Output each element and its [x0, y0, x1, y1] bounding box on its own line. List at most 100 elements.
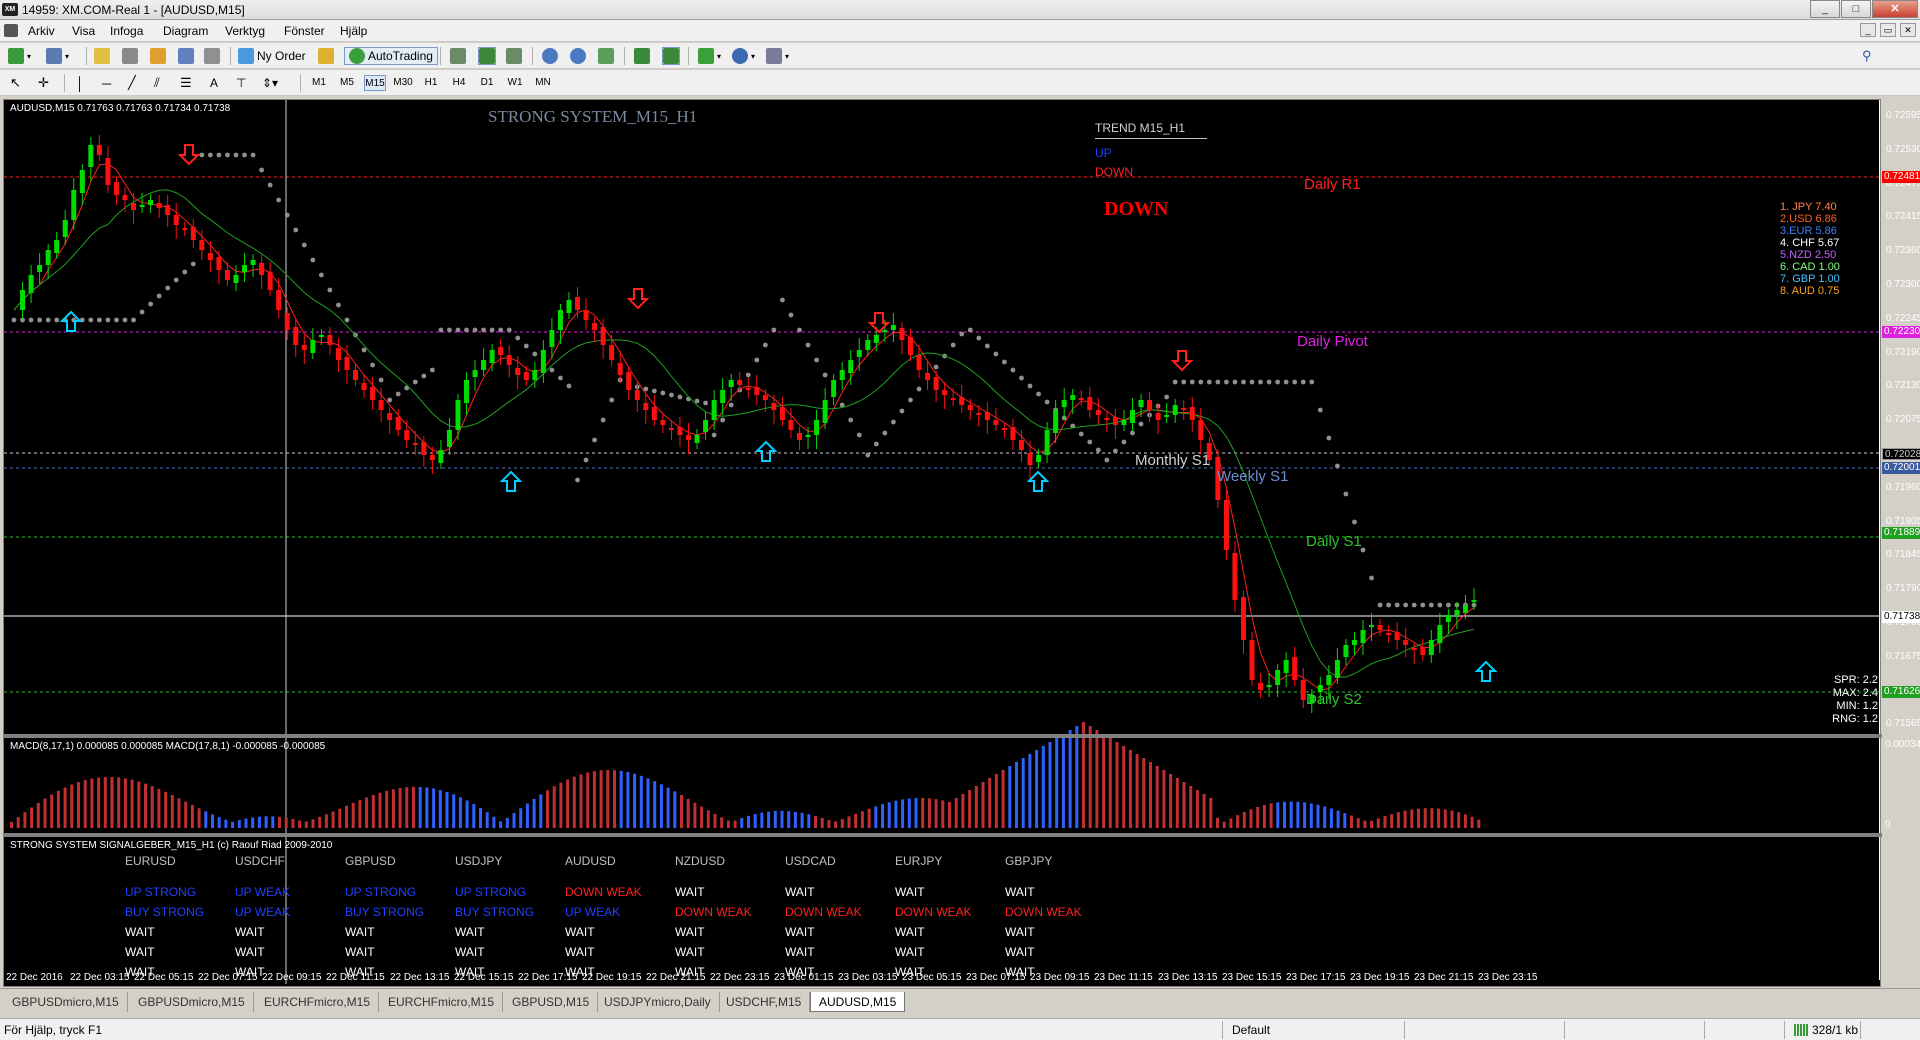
timeframe-m5[interactable]: M5	[336, 75, 358, 91]
channel-tool[interactable]: ⫽	[154, 74, 160, 92]
templates-button[interactable]: ▾	[766, 47, 789, 65]
macd-bar	[43, 798, 47, 828]
timeframe-w1[interactable]: W1	[504, 75, 526, 91]
pane-separator-signals[interactable]	[4, 833, 1882, 837]
macd-bar	[452, 794, 456, 828]
price-scale[interactable]: 0.72595 0.72530 0.72475 0.72415 0.72360 0.723…	[1879, 100, 1920, 980]
timeframe-d1[interactable]: D1	[476, 75, 498, 91]
macd-bar	[613, 770, 616, 828]
fibonacci-tool[interactable]: ☰	[180, 74, 192, 92]
zoom-in-button[interactable]	[542, 47, 558, 65]
candle-body	[916, 355, 922, 370]
search-button[interactable]: ⚲	[1862, 47, 1872, 65]
tab-usdjpymicro-daily[interactable]: USDJPYmicro,Daily	[596, 992, 720, 1012]
trail-dot	[1113, 448, 1118, 454]
trendline-tool[interactable]: ╱	[128, 74, 136, 92]
tab-gbpusd[interactable]: GBPUSD,M15	[504, 992, 599, 1012]
profiles-button[interactable]: ▾	[46, 47, 69, 65]
timeframe-h4[interactable]: H4	[448, 75, 470, 91]
tab-gbpusdmicro-2[interactable]: GBPUSDmicro,M15	[130, 992, 254, 1012]
macd-bar	[1061, 734, 1065, 828]
standard-toolbar: ▾ ▾ Ny Order AutoTrading ▾ ▾ ▾ ⚲	[0, 43, 1920, 69]
macd-bar	[1102, 734, 1106, 828]
tab-gbpusdmicro-1[interactable]: GBPUSDmicro,M15	[4, 992, 128, 1012]
menu-infoga[interactable]: Infoga	[110, 24, 143, 38]
menu-hjalp[interactable]: Hjälp	[340, 24, 367, 38]
bar-chart-button[interactable]	[450, 47, 466, 65]
macd-bar	[686, 798, 690, 828]
data-window-button[interactable]	[122, 47, 138, 65]
zoom-out-button[interactable]	[570, 47, 586, 65]
candle-body	[259, 263, 265, 275]
tile-windows-button[interactable]	[598, 47, 614, 65]
candlestick-button[interactable]	[478, 47, 496, 65]
trail-dot	[506, 327, 512, 333]
label-tool[interactable]: ⊤	[236, 74, 246, 92]
macd-bar	[814, 815, 817, 828]
macd-bar	[934, 799, 938, 828]
timeframe-mn[interactable]: MN	[532, 75, 554, 91]
macd-bar	[1075, 726, 1079, 828]
menu-arkiv[interactable]: Arkiv	[28, 24, 55, 38]
arrows-tool[interactable]: ⇕▾	[262, 74, 278, 92]
periods-button[interactable]: ▾	[732, 47, 755, 65]
tester-button[interactable]	[204, 47, 220, 65]
new-order-label: Ny Order	[257, 49, 306, 63]
indicators-button[interactable]: ▾	[698, 47, 721, 65]
trail-dot	[848, 417, 854, 423]
timeframe-h1[interactable]: H1	[420, 75, 442, 91]
new-chart-button[interactable]: ▾	[8, 47, 31, 65]
metaeditor-button[interactable]	[318, 47, 334, 65]
new-order-button[interactable]: Ny Order	[238, 47, 306, 65]
trail-dot	[1172, 379, 1178, 385]
chart-window[interactable]: AUDUSD,M15 0.71763 0.71763 0.71734 0.717…	[3, 99, 1920, 988]
timeframe-m1[interactable]: M1	[308, 75, 330, 91]
market-watch-button[interactable]	[94, 47, 110, 65]
price-chart[interactable]	[4, 100, 1882, 988]
close-button[interactable]: ✕	[1872, 0, 1918, 18]
signal-cell: WAIT	[785, 925, 815, 939]
text-tool[interactable]: A	[210, 74, 218, 92]
autoscroll-button[interactable]	[634, 47, 650, 65]
candle-body	[1104, 418, 1110, 420]
terminal-button[interactable]	[178, 47, 194, 65]
vertical-line-tool[interactable]: │	[76, 74, 84, 92]
mdi-restore-button[interactable]: ▭	[1880, 23, 1896, 37]
horizontal-line-tool[interactable]: ─	[102, 74, 111, 92]
timeframe-m15[interactable]: M15	[364, 75, 386, 91]
navigator-button[interactable]	[150, 47, 166, 65]
candle-body	[284, 313, 290, 330]
trail-dot	[933, 364, 939, 370]
macd-bar	[412, 786, 415, 828]
macd-bar	[1316, 804, 1320, 828]
crosshair-tool[interactable]: ✛	[38, 74, 49, 92]
candle-body	[950, 398, 956, 400]
line-chart-button[interactable]	[506, 47, 522, 65]
menu-visa[interactable]: Visa	[72, 24, 95, 38]
signal-cell: WAIT	[1005, 885, 1035, 899]
chart-shift-button[interactable]	[662, 47, 680, 65]
minimize-button[interactable]: _	[1810, 0, 1840, 18]
tab-audusd[interactable]: AUDUSD,M15	[810, 992, 906, 1012]
trail-dot	[310, 257, 316, 263]
menu-verktyg[interactable]: Verktyg	[225, 24, 265, 38]
maximize-button[interactable]: □	[1841, 0, 1871, 18]
pane-separator-macd[interactable]	[4, 734, 1882, 738]
macd-bar	[472, 804, 476, 828]
candle-body	[1129, 410, 1135, 423]
chart-window-icon[interactable]	[4, 24, 18, 37]
trail-dot	[1104, 457, 1110, 463]
trail-dot	[566, 383, 572, 389]
mdi-minimize-button[interactable]: _	[1860, 23, 1876, 37]
cursor-tool[interactable]: ↖	[10, 74, 21, 92]
mdi-close-button[interactable]: ✕	[1900, 23, 1916, 37]
autotrading-button[interactable]: AutoTrading	[344, 47, 438, 65]
menu-diagram[interactable]: Diagram	[163, 24, 208, 38]
menu-fonster[interactable]: Fönster	[284, 24, 325, 38]
crosshair-tool-icon: ✛	[38, 75, 49, 90]
tab-eurchfmicro-1[interactable]: EURCHFmicro,M15	[256, 992, 380, 1012]
timeframe-m30[interactable]: M30	[392, 75, 414, 91]
macd-bar	[1169, 774, 1173, 828]
tab-usdchf[interactable]: USDCHF,M15	[718, 992, 811, 1012]
tab-eurchfmicro-2[interactable]: EURCHFmicro,M15	[380, 992, 504, 1012]
